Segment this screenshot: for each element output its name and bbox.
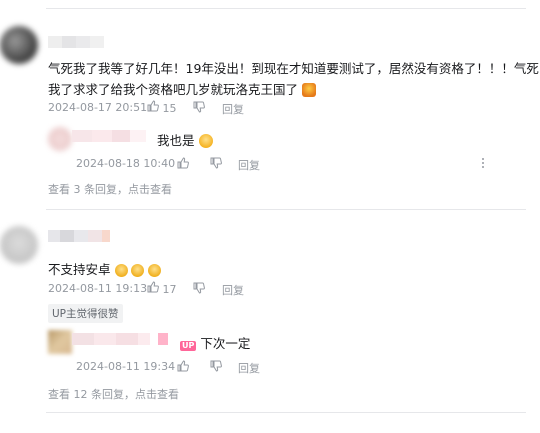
username[interactable] (48, 36, 118, 48)
emoji-icon (198, 134, 213, 148)
like-icon (147, 100, 159, 112)
reply-reply-button[interactable]: 回复 (238, 157, 260, 173)
bottom-divider (46, 412, 526, 413)
reply-button[interactable]: 回复 (222, 101, 244, 117)
comment-text-line-2: 我了求求了给我个资格吧几岁就玩洛克王国了 (48, 79, 316, 98)
emoji-icon (148, 264, 162, 277)
reply-avatar[interactable] (48, 330, 72, 354)
up-liked-tag: UP主觉得很赞 (48, 304, 123, 323)
reply-text-content: 下次一定 (200, 336, 251, 351)
up-badge: UP (180, 341, 197, 351)
top-divider (46, 8, 526, 9)
comment-divider (46, 209, 526, 210)
view-replies-link[interactable]: 查看 12 条回复，点击查看 (48, 386, 179, 402)
reply-text-content: 我也是 (157, 133, 195, 148)
avatar[interactable] (0, 26, 38, 64)
like-button[interactable]: 15 (147, 100, 177, 115)
dislike-icon[interactable] (193, 101, 205, 113)
comment-text-content: 不支持安卓 (48, 262, 111, 277)
dislike-icon[interactable] (210, 157, 222, 169)
reply-date: 2024-08-18 10:40 (76, 157, 176, 170)
reply-username[interactable] (72, 333, 170, 345)
reply-reply-button[interactable]: 回复 (238, 360, 260, 376)
like-icon[interactable] (177, 157, 189, 169)
like-button[interactable]: 17 (147, 281, 177, 296)
emoji-icon (131, 264, 145, 277)
comment-date: 2024-08-11 19:13 (48, 282, 148, 295)
username[interactable] (48, 230, 118, 242)
avatar[interactable] (0, 226, 38, 264)
comment-text-line-1: 气死我了我等了好几年！19年没出！到现在才知道要测试了，居然没有资格了！！！气死 (48, 61, 539, 76)
emoji-icon (302, 83, 316, 97)
reply-date: 2024-08-11 19:34 (76, 360, 176, 373)
reply-username[interactable] (72, 130, 152, 142)
comment-date: 2024-08-17 20:51 (48, 101, 148, 114)
reply-text: UP 下次一定 (180, 333, 250, 352)
more-icon[interactable] (481, 157, 485, 169)
like-count: 15 (162, 102, 177, 115)
reply-avatar[interactable] (48, 127, 72, 151)
dislike-icon[interactable] (193, 282, 205, 294)
like-icon[interactable] (177, 360, 189, 372)
comment-text: 我了求求了给我个资格吧几岁就玩洛克王国了 (48, 82, 299, 97)
reply-button[interactable]: 回复 (222, 282, 244, 298)
view-replies-link[interactable]: 查看 3 条回复，点击查看 (48, 181, 172, 197)
like-count: 17 (162, 283, 177, 296)
comment-text: 不支持安卓 (48, 259, 162, 278)
emoji-icon (114, 264, 128, 277)
dislike-icon[interactable] (210, 360, 222, 372)
like-icon (147, 281, 159, 293)
reply-text: 我也是 (157, 130, 213, 149)
